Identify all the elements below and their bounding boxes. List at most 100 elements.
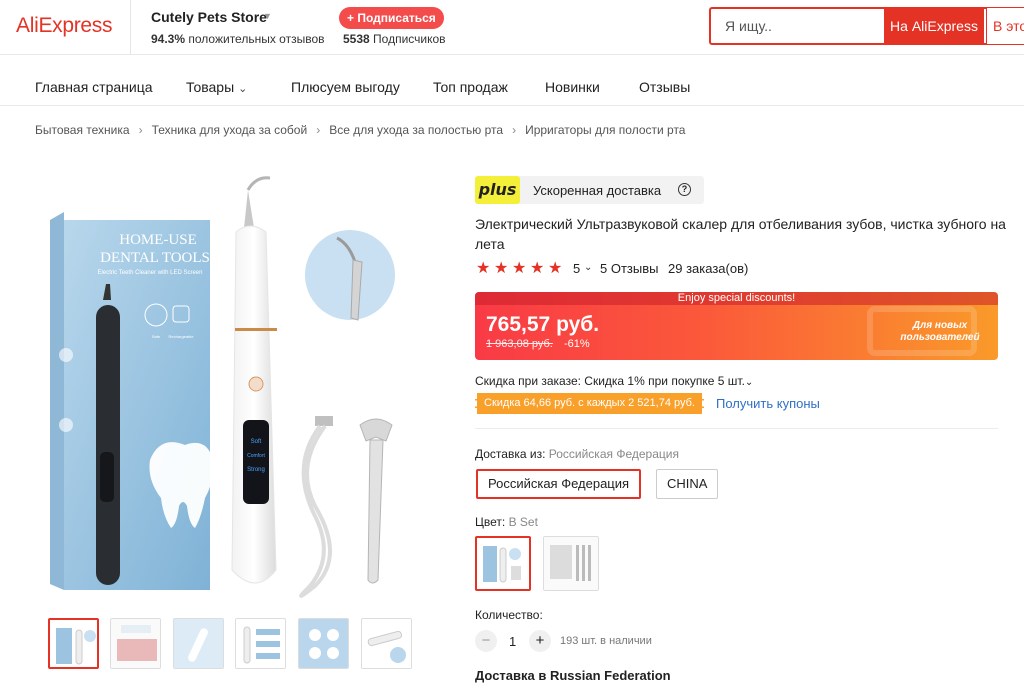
nav-item-reviews[interactable]: Отзывы (639, 79, 690, 95)
chevron-down-icon: ⌄ (744, 377, 754, 388)
product-main-image[interactable]: HOME-USE DENTAL TOOLS Electric Teeth Cle… (40, 170, 430, 610)
star-icon: ★ (494, 260, 509, 277)
thumbnail-6[interactable] (361, 618, 412, 669)
breadcrumb-item[interactable]: Ирригаторы для полости рта (525, 123, 685, 137)
question-circle-icon[interactable]: ? (678, 183, 691, 196)
quantity-decrease-button[interactable]: − (475, 630, 497, 652)
quantity-value[interactable]: 1 (509, 634, 516, 649)
plus-badge: plus (475, 176, 520, 204)
nav-item-products[interactable]: Товары ⌄ (186, 79, 247, 95)
star-icon: ★ (530, 260, 545, 277)
quantity-label: Количество: (475, 608, 543, 622)
thumbnail-image (236, 619, 285, 668)
product-illustration: HOME-USE DENTAL TOOLS Electric Teeth Cle… (50, 176, 395, 598)
subscribers: 5538 Подписчиков (343, 32, 446, 46)
color-option-b-set[interactable] (475, 536, 531, 591)
thumbnail-image (174, 619, 223, 668)
nav-item-products-label: Товары (186, 79, 235, 95)
plus-delivery-text: Ускоренная доставка (533, 183, 662, 198)
ship-from-value: Российская Федерация (548, 447, 679, 461)
old-price: 1 963,08 руб. (486, 338, 553, 350)
subscribers-text: Подписчиков (373, 32, 446, 46)
search-input[interactable] (713, 9, 883, 43)
box-subtitle: Electric Teeth Cleaner with LED Screen (98, 270, 203, 276)
price-box: Enjoy special discounts! 765,57 руб. 1 9… (475, 292, 998, 360)
thumbnail-1[interactable] (48, 618, 99, 669)
top-header: AliExpress Cutely Pets Store ▼ 94.3% пол… (0, 0, 1024, 55)
reviews-link[interactable]: 5 Отзывы (600, 261, 658, 276)
search-store-button[interactable]: В это (986, 7, 1024, 45)
breadcrumb-item[interactable]: Все для ухода за полостью рта (329, 123, 503, 137)
new-users-label: Для новых пользователей (900, 320, 980, 343)
rating-percent: 94.3% (151, 32, 186, 46)
thumbnail-image (111, 619, 160, 668)
breadcrumb-item[interactable]: Бытовая техника (35, 123, 130, 137)
delivery-destination: Доставка в Russian Federation (475, 668, 671, 683)
color-title: Цвет: (475, 515, 506, 529)
ship-option-china[interactable]: CHINA (656, 469, 719, 499)
box-title-line-2: DENTAL TOOLS (100, 250, 210, 266)
star-icon: ★ (476, 260, 491, 277)
get-coupons-link[interactable]: Получить купоны (716, 396, 820, 411)
chevron-down-icon: ⌄ (238, 83, 248, 95)
nav-item-new[interactable]: Новинки (545, 79, 600, 95)
minus-icon: − (481, 632, 491, 649)
breadcrumb: Бытовая техника › Техника для ухода за соб… (35, 123, 685, 137)
swatch-image (477, 538, 529, 589)
chevron-right-icon: › (512, 123, 517, 137)
breadcrumb-item[interactable]: Техника для ухода за собой (152, 123, 308, 137)
nav-item-plus-benefit[interactable]: Плюсуем выгоду (291, 79, 400, 95)
thumbnail-5[interactable] (298, 618, 349, 669)
divider (475, 428, 998, 429)
header-divider (130, 0, 131, 55)
ship-from-title: Доставка из: (475, 447, 546, 461)
plus-delivery-banner: plus Ускоренная доставка ? (475, 176, 704, 204)
subscribers-count: 5538 (343, 32, 370, 46)
thumbnail-4[interactable] (235, 618, 286, 669)
ship-option-russia[interactable]: Российская Федерация (476, 469, 642, 499)
box-title-line-1: HOME-USE (119, 232, 197, 248)
discount-percent: -61% (564, 338, 590, 350)
subscribe-button[interactable]: + Подписаться (339, 7, 444, 29)
order-discount-text: Скидка при заказе: Скидка 1% при покупке… (475, 374, 745, 388)
stock-count: 193 шт. в наличии (560, 635, 652, 647)
thumbnail-3[interactable] (173, 618, 224, 669)
color-label: Цвет: B Set (475, 515, 538, 529)
thumbnail-image (362, 619, 411, 668)
order-discount[interactable]: Скидка при заказе: Скидка 1% при покупке… (475, 374, 753, 388)
product-title: Электрический Ультразвуковой скалер для … (475, 216, 1006, 252)
current-price: 765,57 руб. (486, 313, 600, 336)
device-mode-soft: Soft (251, 439, 262, 445)
box-badge-safe: Safe (152, 334, 161, 339)
thumbnail-image (56, 628, 96, 665)
thumbnail-2[interactable] (110, 618, 161, 669)
device-mode-comfort: Comfort (247, 453, 265, 459)
plus-icon: + (535, 632, 545, 649)
thumbnail-image (299, 619, 348, 668)
star-icon: ★ (512, 260, 527, 277)
nav-item-home[interactable]: Главная страница (35, 79, 153, 95)
search-aliexpress-button[interactable]: На AliExpress (884, 7, 984, 45)
swatch-image (544, 537, 598, 590)
coupon-tag: Скидка 64,66 руб. с каждых 2 521,74 руб. (475, 393, 704, 414)
rating-value[interactable]: 5 (573, 261, 580, 276)
rating-text: положительных отзывов (188, 32, 325, 46)
device-mode-strong: Strong (247, 467, 265, 473)
nav-item-top-sales[interactable]: Топ продаж (433, 79, 508, 95)
store-nav: Главная страница Товары ⌄ Плюсуем выгоду … (0, 56, 1024, 106)
chevron-down-icon[interactable]: ▼ (263, 11, 272, 21)
color-option-a-set[interactable] (543, 536, 599, 591)
store-rating: 94.3% положительных отзывов (151, 32, 325, 46)
aliexpress-logo[interactable]: AliExpress (16, 14, 113, 38)
chevron-right-icon: › (316, 123, 321, 137)
search-bar: На AliExpress В это (709, 7, 1024, 45)
chevron-down-icon[interactable]: ⌄ (584, 262, 592, 273)
color-value: B Set (508, 515, 538, 529)
ship-from-label: Доставка из: Российская Федерация (475, 447, 679, 461)
quantity-increase-button[interactable]: + (529, 630, 551, 652)
chevron-right-icon: › (138, 123, 143, 137)
store-name[interactable]: Cutely Pets Store (151, 9, 267, 25)
orders-count: 29 заказа(ов) (668, 261, 749, 276)
box-badge-rechargeable: Rechargeable (169, 334, 195, 339)
promo-banner: Enjoy special discounts! (475, 292, 998, 305)
